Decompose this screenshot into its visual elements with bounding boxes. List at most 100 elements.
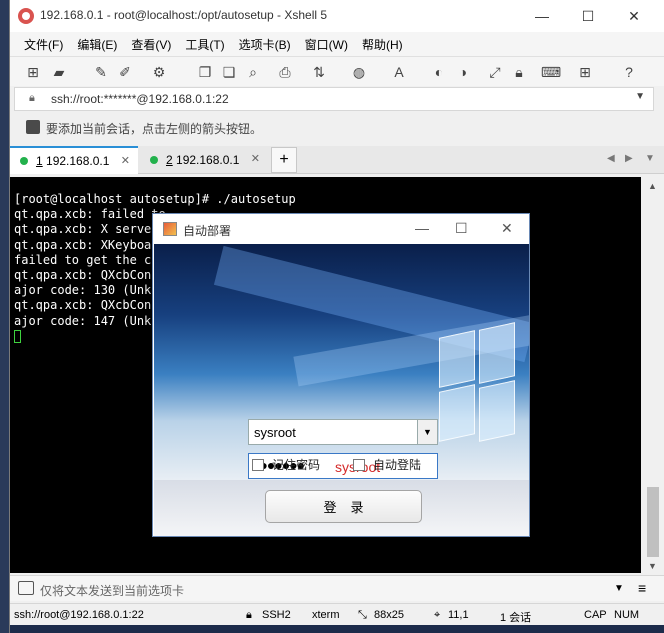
menu-bar: 文件(F) 编辑(E) 查看(V) 工具(T) 选项卡(B) 窗口(W) 帮助(…	[10, 32, 664, 56]
font-icon[interactable]: A	[390, 63, 408, 81]
dialog-title: 自动部署	[183, 224, 232, 238]
chevron-down-icon[interactable]: ▼	[635, 91, 645, 102]
print-icon[interactable]: ⎙	[276, 63, 294, 81]
terminal-line: [root@localhost autosetup]# ./autosetup	[14, 192, 296, 206]
paste-icon[interactable]: ❏	[220, 63, 238, 81]
compose-icon	[18, 581, 34, 595]
remember-password-label: 记住密码	[272, 458, 321, 472]
toolbar: ⊞ ▰ ✎ ✐ ⚙ ❐ ❏ ⌕ ⎙ ⇅ ◍ A ◐ ◑ ⤢ 🔒︎ ⌨ ⊞ ?	[10, 56, 664, 86]
tab-bar: 1 192.168.0.1 ✕ 2 192.168.0.1 ✕ + ◀ ▶ ▼	[10, 146, 664, 174]
xagent-icon[interactable]: ◑	[454, 63, 472, 81]
maximize-button[interactable]: ☐	[455, 220, 468, 237]
properties-icon[interactable]: ⚙	[150, 63, 168, 81]
help-icon[interactable]: ?	[620, 63, 638, 81]
title-bar: 192.168.0.1 - root@localhost:/opt/autose…	[10, 0, 664, 32]
scroll-down-icon[interactable]: ▼	[648, 561, 657, 571]
lock-icon[interactable]: 🔒︎	[510, 63, 528, 81]
auto-login-checkbox[interactable]: 自动登陆	[353, 456, 421, 473]
address-bar[interactable]: 🔒︎ ssh://root:*******@192.168.0.1:22 ▼	[14, 87, 654, 111]
compose-placeholder: 仅将文本发送到当前选项卡	[40, 584, 185, 598]
compose-bar[interactable]: 仅将文本发送到当前选项卡 ▼ ≡	[10, 575, 664, 601]
status-bar: ssh://root@192.168.0.1:22 🔒︎ SSH2 xterm …	[10, 603, 664, 625]
xshell-app-icon	[18, 8, 34, 24]
scroll-up-icon[interactable]: ▲	[648, 181, 657, 191]
desktop-edge	[0, 0, 9, 633]
new-tab-button[interactable]: +	[271, 147, 297, 173]
copy-icon[interactable]: ❐	[196, 63, 214, 81]
tab-next-icon[interactable]: ▶	[625, 153, 633, 164]
menu-tab[interactable]: 选项卡(B)	[239, 36, 291, 53]
status-caps: CAP	[584, 609, 607, 621]
find-icon[interactable]: ⌕	[244, 63, 262, 81]
connect-icon[interactable]: ✎	[92, 63, 110, 81]
menu-tools[interactable]: 工具(T)	[185, 36, 224, 53]
taskbar	[10, 625, 664, 633]
tab-label: 192.168.0.1	[176, 153, 240, 167]
lock-icon: 🔒︎	[246, 609, 252, 621]
status-size: 88x25	[374, 609, 404, 621]
tab-index: 1	[36, 154, 43, 168]
status-sessions: 1 会话	[500, 612, 532, 624]
menu-edit[interactable]: 编辑(E)	[77, 36, 117, 53]
globe-icon[interactable]: ◍	[350, 63, 368, 81]
open-folder-icon[interactable]: ▰	[50, 63, 68, 81]
add-icon[interactable]: ⊞	[576, 63, 594, 81]
dialog-footer: 登录	[154, 480, 529, 536]
tab-label: 192.168.0.1	[46, 154, 110, 168]
address-value: ssh://root:*******@192.168.0.1:22	[51, 92, 229, 106]
auto-login-label: 自动登陆	[373, 458, 422, 472]
close-button[interactable]: ✕	[501, 220, 513, 237]
tab-session-2[interactable]: 2 192.168.0.1 ✕	[140, 146, 268, 174]
menu-file[interactable]: 文件(F)	[24, 36, 63, 53]
add-session-arrow-icon[interactable]	[26, 120, 40, 134]
username-value: sysroot	[254, 425, 296, 440]
tab-session-1[interactable]: 1 192.168.0.1 ✕	[10, 146, 138, 174]
remember-password-checkbox[interactable]: 记住密码	[252, 456, 320, 473]
chevron-down-icon[interactable]: ▼	[614, 583, 624, 594]
login-dialog: 自动部署 — ☐ ✕ sysroot ▼ ●●●●●●● sysroot 记住密…	[152, 213, 530, 537]
status-position: 11,1	[448, 609, 469, 621]
app-icon	[163, 222, 177, 236]
chevron-down-icon[interactable]: ▼	[417, 420, 437, 444]
minimize-button[interactable]: —	[519, 0, 565, 32]
menu-icon[interactable]: ≡	[638, 580, 646, 596]
window-title: 192.168.0.1 - root@localhost:/opt/autose…	[40, 8, 328, 22]
minimize-button[interactable]: —	[415, 220, 429, 236]
tab-prev-icon[interactable]: ◀	[607, 153, 615, 164]
xftp-icon[interactable]: ◐	[430, 63, 448, 81]
size-icon: ⤡	[358, 609, 367, 621]
maximize-button[interactable]: ☐	[565, 0, 611, 32]
disconnect-icon[interactable]: ✐	[116, 63, 134, 81]
status-protocol: SSH2	[262, 609, 291, 621]
windows-logo-icon	[439, 322, 519, 444]
status-terminal: xterm	[312, 609, 340, 621]
lock-icon: 🔒︎	[29, 92, 35, 104]
tab-index: 2	[166, 153, 173, 167]
fullscreen-icon[interactable]: ⤢	[486, 63, 504, 81]
tab-list-icon[interactable]: ▼	[645, 153, 655, 164]
status-connection: ssh://root@192.168.0.1:22	[14, 609, 144, 621]
keyboard-icon[interactable]: ⌨	[541, 63, 561, 81]
dialog-title-bar: 自动部署 — ☐ ✕	[153, 214, 529, 244]
connected-status-icon	[150, 156, 158, 164]
menu-window[interactable]: 窗口(W)	[305, 36, 348, 53]
menu-help[interactable]: 帮助(H)	[362, 36, 403, 53]
new-session-icon[interactable]: ⊞	[24, 63, 42, 81]
position-icon: ⌖	[434, 609, 441, 621]
scrollbar-thumb[interactable]	[647, 487, 659, 557]
close-tab-icon[interactable]: ✕	[251, 152, 260, 165]
connected-status-icon	[20, 157, 28, 165]
close-tab-icon[interactable]: ✕	[121, 154, 130, 167]
username-combobox[interactable]: sysroot ▼	[248, 419, 438, 445]
terminal-cursor	[14, 329, 21, 343]
transfer-icon[interactable]: ⇅	[310, 63, 328, 81]
windows-banner-image: sysroot ▼ ●●●●●●● sysroot	[154, 244, 529, 480]
hint-bar: 要添加当前会话，点击左侧的箭头按钮。	[14, 114, 654, 140]
hint-text: 要添加当前会话，点击左侧的箭头按钮。	[46, 122, 263, 136]
menu-view[interactable]: 查看(V)	[131, 36, 171, 53]
checkbox-icon[interactable]	[252, 458, 264, 471]
checkbox-icon[interactable]	[353, 458, 365, 471]
login-button[interactable]: 登录	[265, 490, 422, 523]
close-button[interactable]: ✕	[611, 0, 657, 32]
terminal-scrollbar[interactable]: ▲ ▼	[641, 177, 664, 573]
